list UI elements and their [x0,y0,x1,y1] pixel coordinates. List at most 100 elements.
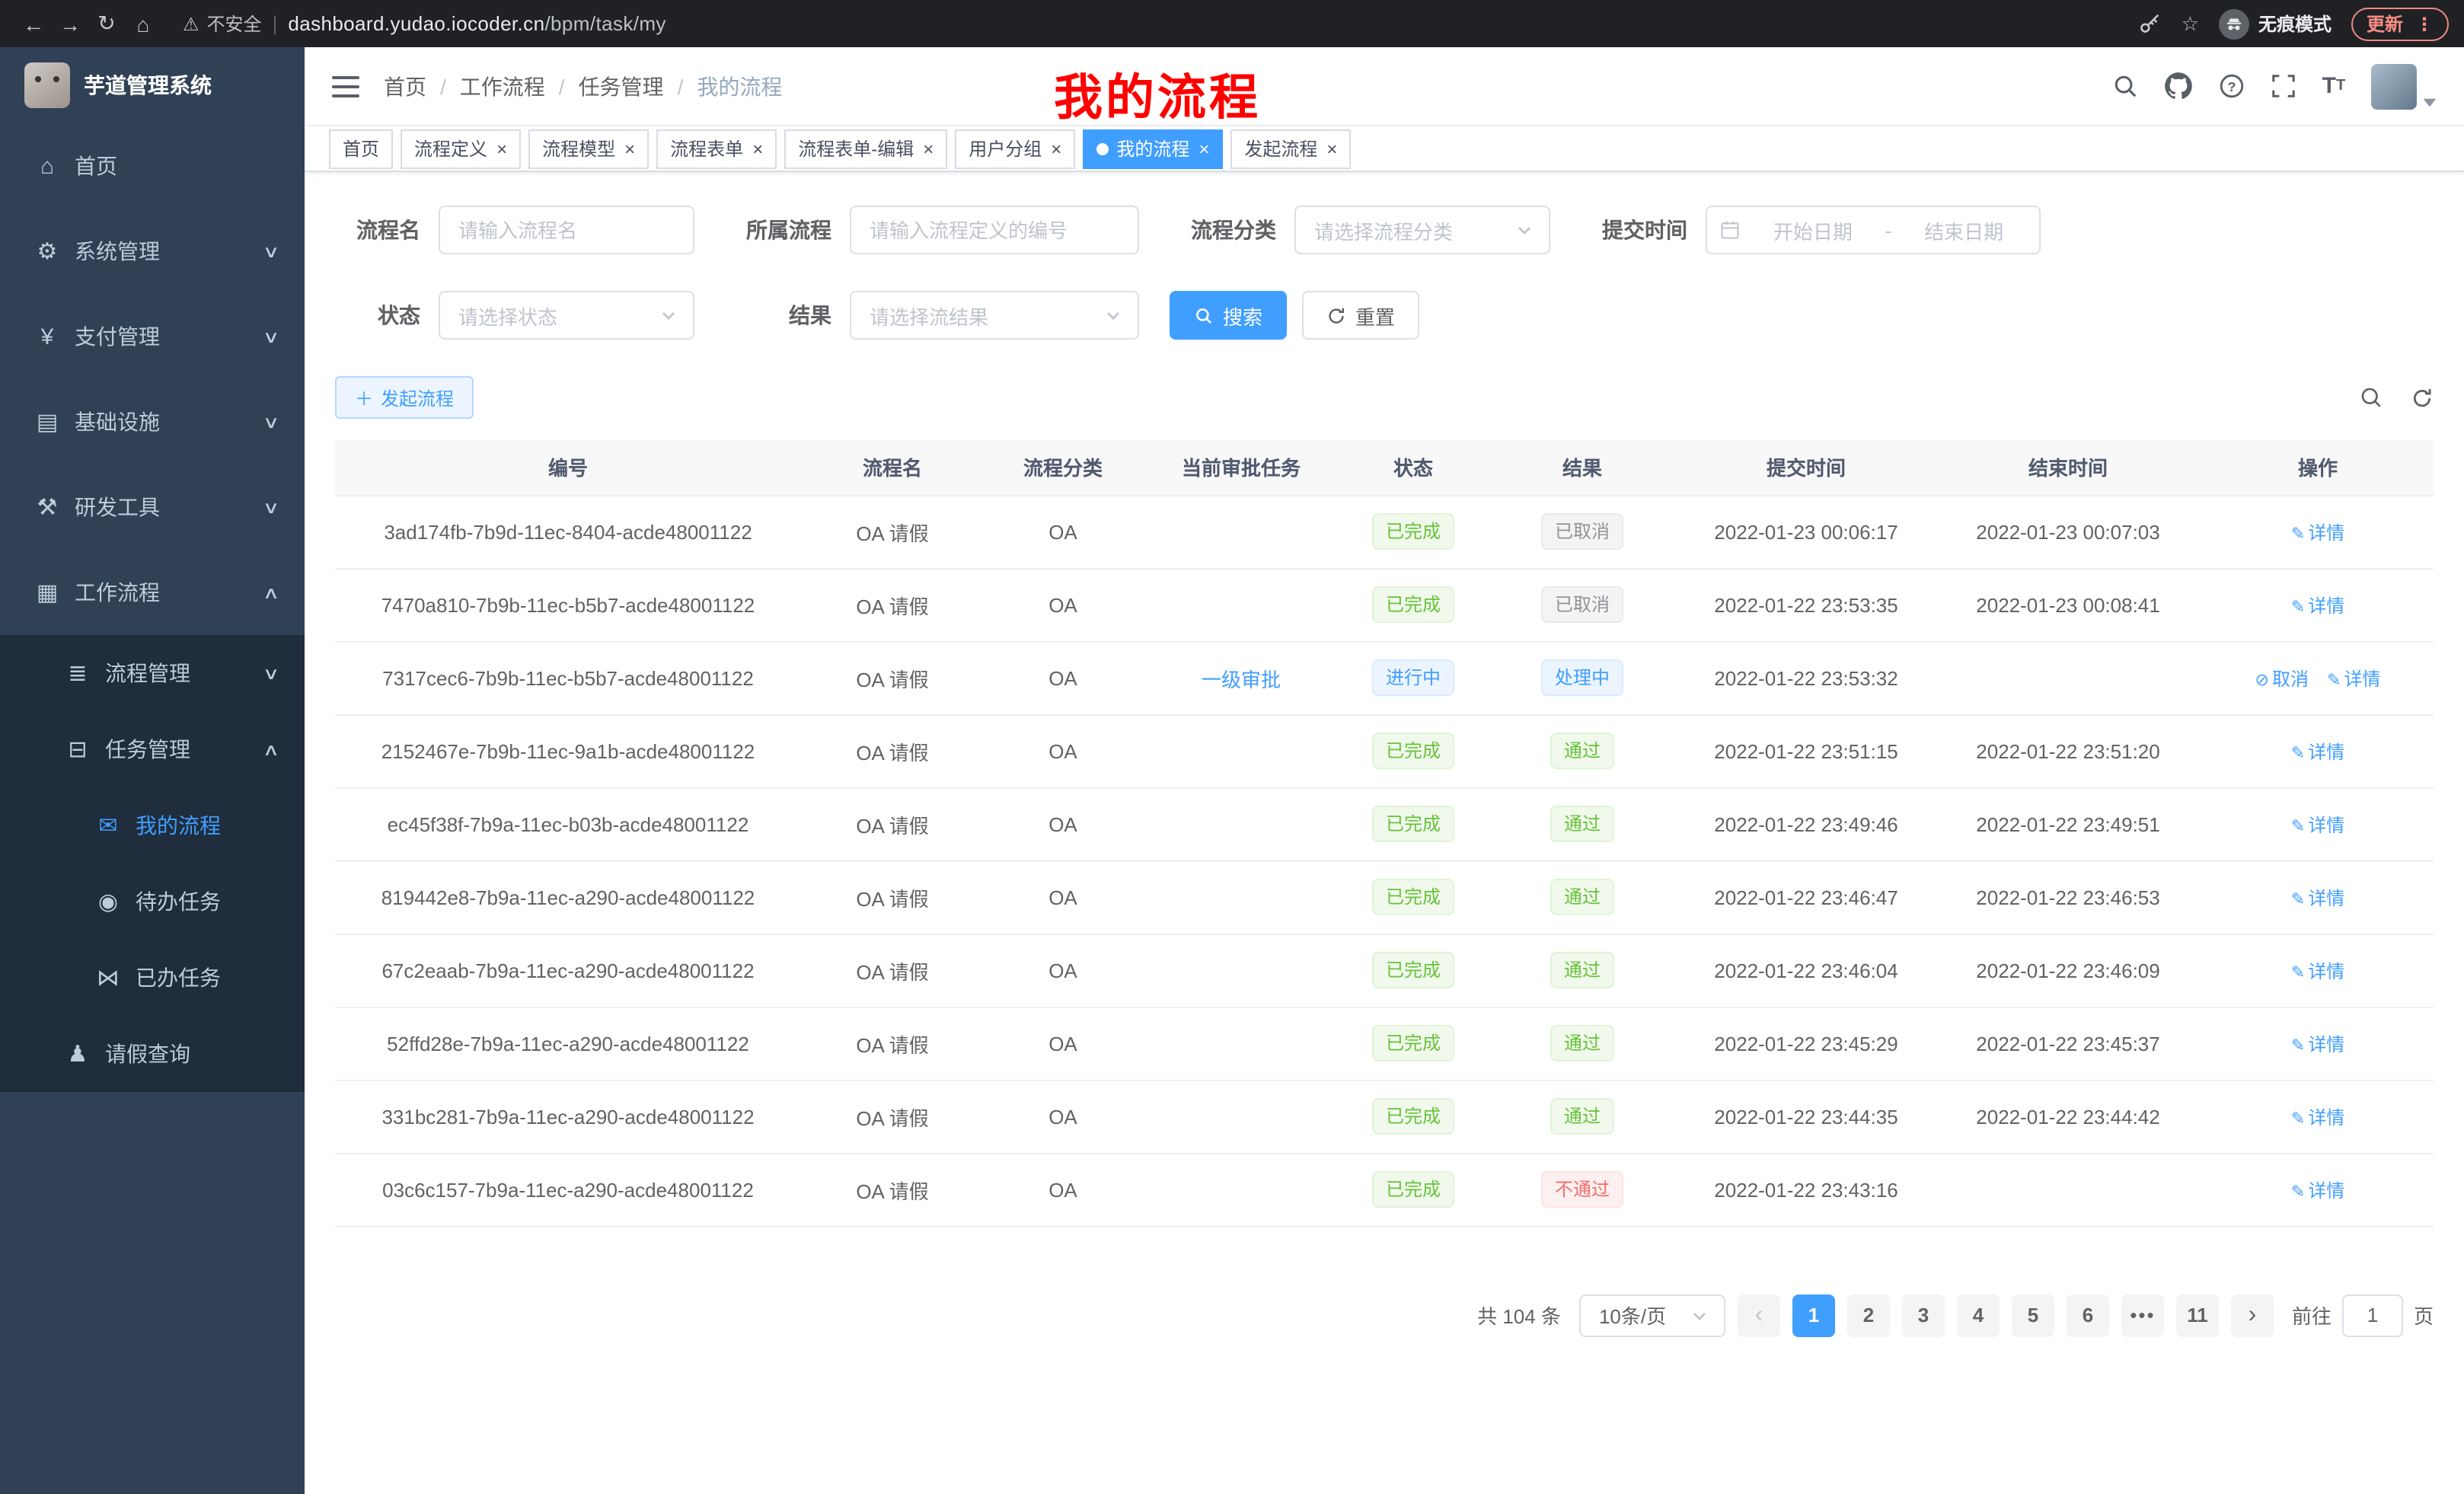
search-toggle-icon[interactable] [2359,385,2383,410]
sidebar-item-7[interactable]: ⊟任务管理∧ [0,711,305,787]
help-icon[interactable]: ? [2219,73,2245,99]
search-icon[interactable] [2112,73,2138,99]
breadcrumb-item-0[interactable]: 首页 [384,71,426,101]
date-range-picker[interactable]: 开始日期 - 结束日期 [1706,206,2041,254]
cell-result: 不通过 [1486,1153,1678,1226]
sidebar-item-6[interactable]: ≣流程管理∨ [0,635,305,711]
task-link[interactable]: 一级审批 [1202,668,1281,691]
action-detail-link[interactable]: ✎详情 [2291,741,2344,762]
sidebar-item-5[interactable]: ▦工作流程∧ [0,550,305,635]
result-select[interactable]: 请选择流结果 [850,291,1139,340]
tab-流程表单[interactable]: 流程表单× [656,129,777,168]
action-detail-link[interactable]: ✎详情 [2291,814,2344,835]
page-size-select[interactable]: 10条/页 [1579,1294,1725,1336]
action-detail-link[interactable]: ✎详情 [2291,1033,2344,1055]
sidebar-item-9[interactable]: ◉待办任务 [0,864,305,940]
breadcrumb-item-2[interactable]: 任务管理 [579,71,664,101]
close-icon[interactable]: × [1326,139,1337,158]
sidebar-item-10[interactable]: ⋈已办任务 [0,940,305,1016]
status-tag: 处理中 [1541,659,1623,696]
filter-time-label: 提交时间 [1581,215,1687,245]
annotation-text: 我的流程 [1054,59,1261,129]
address-bar[interactable]: ⚠ 不安全 | dashboard.yudao.iocoder.cn/bpm/t… [183,11,2139,37]
page-button-11[interactable]: 11 [2176,1294,2219,1336]
search-button[interactable]: 搜索 [1170,291,1287,340]
cell-category: OA [984,714,1142,787]
github-icon[interactable] [2164,72,2193,101]
tab-流程定义[interactable]: 流程定义× [401,129,521,168]
tab-用户分组[interactable]: 用户分组× [955,129,1075,168]
process-id-input[interactable] [850,206,1139,254]
close-icon[interactable]: × [752,139,763,158]
reload-icon[interactable]: ↻ [88,11,125,37]
status-select[interactable]: 请选择状态 [439,291,694,340]
cell-end-time: 2022-01-23 00:07:03 [1934,495,2202,568]
key-icon[interactable] [2139,12,2162,35]
update-button[interactable]: 更新 ⋮ [2351,7,2449,40]
cell-task [1142,860,1340,934]
create-process-button[interactable]: ＋ 发起流程 [335,376,474,419]
action-detail-link[interactable]: ✎详情 [2291,1106,2344,1128]
action-detail-link[interactable]: ✎详情 [2291,887,2344,908]
app-logo[interactable]: 芋道管理系统 [0,47,305,123]
sidebar-item-2[interactable]: ¥支付管理∨ [0,294,305,379]
close-icon[interactable]: × [923,139,934,158]
table-row: 331bc281-7b9a-11ec-a290-acde48001122OA 请… [335,1080,2434,1153]
action-cancel-link[interactable]: ⊘取消 [2255,668,2309,689]
tab-流程模型[interactable]: 流程模型× [528,129,649,168]
breadcrumb-item-3: 我的流程 [697,71,782,101]
reset-button[interactable]: 重置 [1302,291,1419,340]
refresh-icon[interactable] [2411,386,2434,409]
font-size-icon[interactable]: TT [2322,73,2346,99]
action-detail-link[interactable]: ✎详情 [2291,595,2344,616]
sidebar-item-3[interactable]: ▤基础设施∨ [0,379,305,464]
page-button-5[interactable]: 5 [2012,1294,2054,1336]
breadcrumb-item-1[interactable]: 工作流程 [460,71,545,101]
page-button-6[interactable]: 6 [2067,1294,2109,1336]
close-icon[interactable]: × [496,139,507,158]
action-detail-link[interactable]: ✎详情 [2291,522,2344,543]
process-name-input[interactable] [439,206,694,254]
home-icon[interactable]: ⌂ [125,11,161,36]
pagination-ellipsis[interactable]: ••• [2121,1294,2164,1336]
sidebar-item-8[interactable]: ✉我的流程 [0,787,305,864]
chevron-down-icon: ∨ [263,327,280,346]
sidebar-item-11[interactable]: ♟请假查询 [0,1016,305,1092]
tab-发起流程[interactable]: 发起流程× [1230,129,1351,168]
tab-流程表单-编辑[interactable]: 流程表单-编辑× [784,129,947,168]
sidebar-item-4[interactable]: ⚒研发工具∨ [0,464,305,550]
sidebar-toggle-icon[interactable] [332,75,359,97]
status-tag: 已完成 [1372,1171,1454,1208]
page-button-3[interactable]: 3 [1902,1294,1945,1336]
prev-page-button[interactable]: ‹ [1738,1294,1780,1336]
filter-process: 所属流程 [725,206,1139,254]
status-tag: 已取消 [1541,513,1623,550]
close-icon[interactable]: × [1198,139,1209,158]
page-button-4[interactable]: 4 [1957,1294,2000,1336]
sidebar-item-1[interactable]: ⚙系统管理∨ [0,209,305,294]
status-tag: 已完成 [1372,952,1454,988]
cell-id: 52ffd28e-7b9a-11ec-a290-acde48001122 [335,1007,801,1080]
tab-首页[interactable]: 首页 [329,129,393,168]
action-detail-link[interactable]: ✎详情 [2291,1180,2344,1201]
goto-page-input[interactable] [2342,1294,2403,1336]
more-vertical-icon[interactable]: ⋮ [2415,13,2434,34]
back-icon[interactable]: ← [15,11,52,36]
tab-我的流程[interactable]: 我的流程× [1083,129,1223,168]
briefcase-icon: ▦ [30,579,64,606]
close-icon[interactable]: × [624,139,635,158]
action-detail-link[interactable]: ✎详情 [2327,668,2380,689]
sidebar-item-0[interactable]: ⌂首页 [0,123,305,209]
next-page-button[interactable]: › [2231,1294,2274,1336]
category-select[interactable]: 请选择流程分类 [1294,206,1550,254]
star-icon[interactable]: ☆ [2182,11,2199,36]
user-menu[interactable]: ▼ [2371,63,2437,109]
action-detail-link[interactable]: ✎详情 [2291,960,2344,982]
page-button-1[interactable]: 1 [1792,1294,1835,1336]
incognito-badge[interactable]: 无痕模式 [2219,8,2332,39]
page-button-2[interactable]: 2 [1847,1294,1890,1336]
forward-icon[interactable]: → [52,11,88,36]
filter-row-2: 状态 请选择状态 结果 请选择流结果 [335,291,2434,340]
close-icon[interactable]: × [1051,139,1061,158]
fullscreen-icon[interactable] [2271,73,2296,99]
